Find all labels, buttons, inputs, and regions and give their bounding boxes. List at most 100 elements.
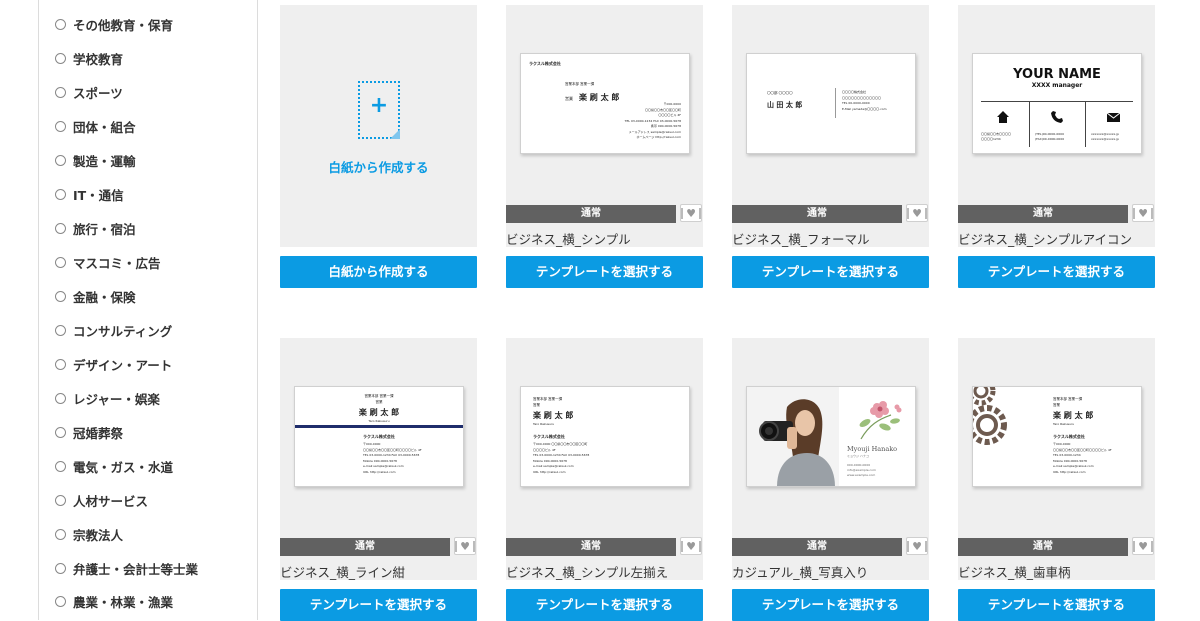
radio-circle-icon[interactable] <box>55 358 66 370</box>
select-template-button[interactable]: テンプレートを選択する <box>958 589 1155 621</box>
template-thumbnail[interactable]: 営業本部 営業一課 営業 楽 刷 太 郎 Taro Rakusuru ラクスル株… <box>280 338 477 580</box>
preview-romaji: Taro Rakusuru <box>368 419 390 423</box>
favorite-button[interactable]: ♥ <box>680 204 702 222</box>
category-radio-item[interactable]: マスコミ・広告 <box>55 252 161 272</box>
business-card-preview-icon: YOUR NAME XXXX manager 〇〇県〇〇市〇〇〇〇 〇〇〇〇123… <box>972 53 1142 154</box>
favorite-button[interactable]: ♥ <box>906 537 928 555</box>
radio-circle-icon[interactable] <box>55 324 66 336</box>
preview-name: YOUR NAME <box>1013 67 1101 82</box>
radio-circle-icon[interactable] <box>55 222 66 234</box>
category-radio-item[interactable]: 金融・保険 <box>55 286 136 306</box>
divider <box>1029 101 1030 147</box>
phone-icon <box>1051 111 1063 123</box>
category-radio-item[interactable]: その他教育・保育 <box>55 14 173 34</box>
select-template-button[interactable]: テンプレートを選択する <box>506 256 703 288</box>
blank-card-thumbnail[interactable]: + 白紙から作成する <box>280 5 477 247</box>
select-template-button[interactable]: テンプレートを選択する <box>280 589 477 621</box>
preview-dept: 営業本部 営業一課 <box>565 82 595 86</box>
radio-circle-icon[interactable] <box>55 120 66 132</box>
template-thumbnail[interactable]: ラクスル株式会社 営業本部 営業一課 営業 楽 刷 太 郎 〒000-0000 〇… <box>506 5 703 247</box>
business-card-preview-formal: 〇〇部 〇〇〇〇 山 田 太 郎 〇〇〇〇株式会社 〇〇〇〇〇〇〇〇〇〇〇〇〇 TE… <box>746 53 916 154</box>
blank-card-label[interactable]: 白紙から作成する <box>280 157 477 176</box>
category-radio-item[interactable]: 団体・組合 <box>55 116 136 136</box>
category-label: 弁護士・会計士等士業 <box>73 561 199 577</box>
business-card-preview-left-align: 営業本部 営業一課 営業 楽 刷 太 郎 Taro Rakusuru ラクスル株… <box>520 386 690 487</box>
category-radio-item[interactable]: 旅行・宿泊 <box>55 218 136 238</box>
category-label: コンサルティング <box>73 323 173 339</box>
category-label: マスコミ・広告 <box>73 255 161 271</box>
template-title[interactable]: ビジネス_横_歯車柄 <box>958 562 1071 581</box>
favorite-button[interactable]: ♥ <box>1132 537 1154 555</box>
radio-circle-icon[interactable] <box>55 562 66 574</box>
preview-left-small: 〇〇部 〇〇〇〇 <box>767 91 793 95</box>
category-radio-item[interactable]: 電気・ガス・水道 <box>55 456 173 476</box>
template-title[interactable]: ビジネス_横_ライン紺 <box>280 562 405 581</box>
heart-icon: ♥ <box>686 539 696 553</box>
preview-company: ラクスル株式会社 <box>1053 434 1085 439</box>
create-blank-button[interactable]: 白紙から作成する <box>280 256 477 288</box>
category-radio-item[interactable]: 農業・林業・漁業 <box>55 591 173 611</box>
category-label: スポーツ <box>73 85 123 101</box>
preview-role: 営業 <box>565 96 573 101</box>
template-thumbnail[interactable]: 〇〇部 〇〇〇〇 山 田 太 郎 〇〇〇〇株式会社 〇〇〇〇〇〇〇〇〇〇〇〇〇 TE… <box>732 5 929 247</box>
template-thumbnail[interactable]: Myouji Hanako ミョウジ ハナコ 000-0000-0000 info… <box>732 338 929 580</box>
radio-circle-icon[interactable] <box>55 188 66 200</box>
category-radio-item[interactable]: 弁護士・会計士等士業 <box>55 558 198 578</box>
category-radio-item[interactable]: IT・通信 <box>55 184 124 204</box>
radio-circle-icon[interactable] <box>55 18 66 30</box>
navy-accent-line <box>295 425 463 428</box>
template-thumbnail[interactable]: YOUR NAME XXXX manager 〇〇県〇〇市〇〇〇〇 〇〇〇〇123… <box>958 5 1155 247</box>
category-radio-item[interactable]: 製造・運輸 <box>55 150 136 170</box>
template-title[interactable]: カジュアル_横_写真入り <box>732 562 868 581</box>
status-badge: 通常 <box>280 538 450 556</box>
category-radio-item[interactable]: 宗教法人 <box>55 524 123 544</box>
category-label: 人材サービス <box>73 493 149 509</box>
category-sidebar: その他教育・保育 学校教育 スポーツ 団体・組合 製造・運輸 IT・通信 旅行・… <box>38 0 258 620</box>
template-thumbnail[interactable]: 営業本部 営業一課 営業 楽 刷 太 郎 Taro Rakusuru ラクスル株… <box>958 338 1155 580</box>
radio-circle-icon[interactable] <box>55 392 66 404</box>
category-radio-item[interactable]: 人材サービス <box>55 490 148 510</box>
category-radio-item[interactable]: コンサルティング <box>55 320 172 340</box>
template-thumbnail[interactable]: 営業本部 営業一課 営業 楽 刷 太 郎 Taro Rakusuru ラクスル株… <box>506 338 703 580</box>
category-radio-item[interactable]: レジャー・娯楽 <box>55 388 160 408</box>
status-badge: 通常 <box>732 538 902 556</box>
phone-text: (TEL)00-0000-0000 (FAX)00-0000-0000 <box>1035 132 1065 141</box>
favorite-button[interactable]: ♥ <box>1132 204 1154 222</box>
radio-circle-icon[interactable] <box>55 494 66 506</box>
preview-company: ラクスル株式会社 <box>363 434 395 439</box>
preview-name: 楽 刷 太 郎 <box>533 410 574 420</box>
template-title[interactable]: ビジネス_横_シンプル左揃え <box>506 562 668 581</box>
preview-name: 楽 刷 太 郎 <box>1053 410 1094 420</box>
category-radio-item[interactable]: 学校教育 <box>55 48 123 68</box>
select-template-button[interactable]: テンプレートを選択する <box>958 256 1155 288</box>
radio-circle-icon[interactable] <box>55 460 66 472</box>
favorite-button[interactable]: ♥ <box>454 537 476 555</box>
radio-circle-icon[interactable] <box>55 595 66 607</box>
template-title[interactable]: ビジネス_横_シンプルアイコン <box>958 229 1132 248</box>
radio-circle-icon[interactable] <box>55 426 66 438</box>
category-label: 製造・運輸 <box>73 153 136 169</box>
radio-circle-icon[interactable] <box>55 256 66 268</box>
heart-icon: ♥ <box>1138 539 1148 553</box>
status-badge: 通常 <box>958 205 1128 223</box>
preview-dept: 営業本部 営業一課 <box>533 397 563 401</box>
select-template-button[interactable]: テンプレートを選択する <box>732 256 929 288</box>
radio-circle-icon[interactable] <box>55 52 66 64</box>
favorite-button[interactable]: ♥ <box>680 537 702 555</box>
radio-circle-icon[interactable] <box>55 86 66 98</box>
category-label: 団体・組合 <box>73 119 136 135</box>
select-template-button[interactable]: テンプレートを選択する <box>732 589 929 621</box>
category-label: 旅行・宿泊 <box>73 221 136 237</box>
category-radio-item[interactable]: スポーツ <box>55 82 123 102</box>
preview-role: 営業 <box>375 400 383 404</box>
radio-circle-icon[interactable] <box>55 154 66 166</box>
select-template-button[interactable]: テンプレートを選択する <box>506 589 703 621</box>
category-radio-item[interactable]: 冠婚葬祭 <box>55 422 123 442</box>
category-radio-item[interactable]: デザイン・アート <box>55 354 172 374</box>
heart-icon: ♥ <box>912 206 922 220</box>
template-title[interactable]: ビジネス_横_シンプル <box>506 229 631 248</box>
favorite-button[interactable]: ♥ <box>906 204 928 222</box>
template-title[interactable]: ビジネス_横_フォーマル <box>732 229 870 248</box>
radio-circle-icon[interactable] <box>55 528 66 540</box>
radio-circle-icon[interactable] <box>55 290 66 302</box>
